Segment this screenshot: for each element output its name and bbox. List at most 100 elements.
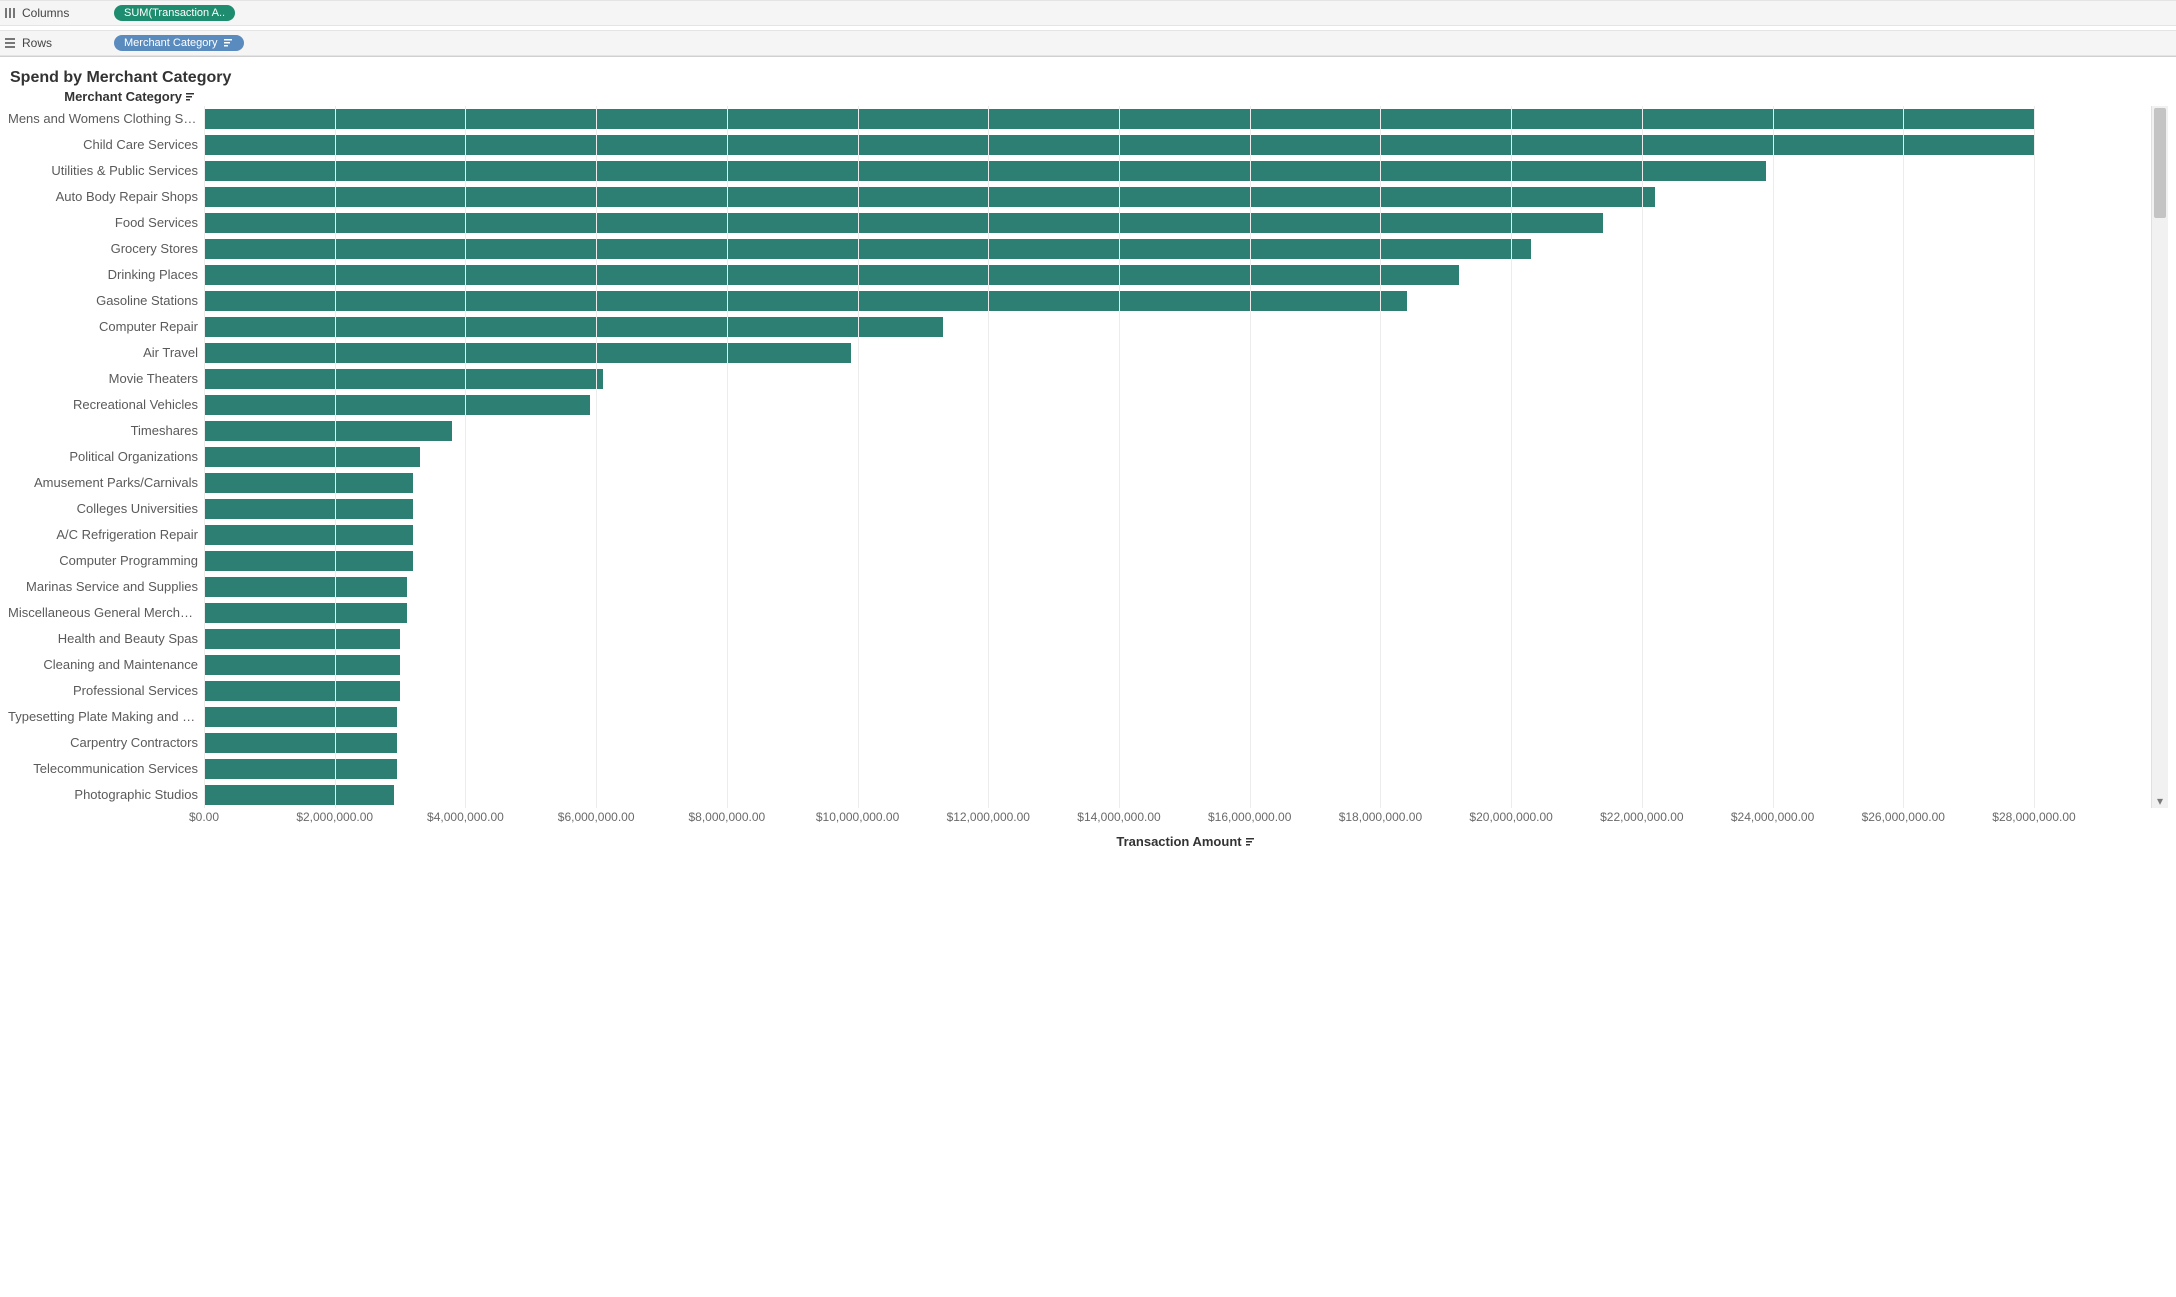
category-axis-title-text: Merchant Category xyxy=(64,89,182,104)
shelf-container: Columns SUM(Transaction A.. Rows Merchan… xyxy=(0,0,2176,57)
bar-row xyxy=(204,262,2034,288)
bar-row xyxy=(204,678,2034,704)
category-label: Air Travel xyxy=(8,340,204,366)
chart-title: Spend by Merchant Category xyxy=(10,69,2168,87)
bar[interactable] xyxy=(204,135,2034,155)
category-label: Drinking Places xyxy=(8,262,204,288)
x-tick-label: $4,000,000.00 xyxy=(427,810,504,824)
bar[interactable] xyxy=(204,577,407,597)
bar-row xyxy=(204,444,2034,470)
bar-row xyxy=(204,704,2034,730)
category-label: Carpentry Contractors xyxy=(8,730,204,756)
category-label: Typesetting Plate Making and Relate.. xyxy=(8,704,204,730)
bar-row xyxy=(204,366,2034,392)
category-label: Computer Programming xyxy=(8,548,204,574)
columns-pill-transaction-amount[interactable]: SUM(Transaction A.. xyxy=(114,5,235,21)
category-label: Timeshares xyxy=(8,418,204,444)
x-tick-label: $12,000,000.00 xyxy=(947,810,1030,824)
bar[interactable] xyxy=(204,707,397,727)
columns-shelf-label: Columns xyxy=(4,6,104,20)
bar-row xyxy=(204,548,2034,574)
rows-shelf[interactable]: Rows Merchant Category xyxy=(0,30,2176,56)
bar[interactable] xyxy=(204,239,1531,259)
bar[interactable] xyxy=(204,265,1459,285)
bar[interactable] xyxy=(204,421,452,441)
bar-row xyxy=(204,210,2034,236)
category-label: Colleges Universities xyxy=(8,496,204,522)
bar[interactable] xyxy=(204,759,397,779)
vertical-scrollbar[interactable]: ▴ ▾ xyxy=(2151,106,2168,808)
category-label: Computer Repair xyxy=(8,314,204,340)
bar-row xyxy=(204,522,2034,548)
sort-desc-icon xyxy=(1246,837,1256,847)
bar[interactable] xyxy=(204,525,413,545)
bar-row xyxy=(204,288,2034,314)
bar[interactable] xyxy=(204,161,1766,181)
x-tick-label: $20,000,000.00 xyxy=(1469,810,1552,824)
bar[interactable] xyxy=(204,681,400,701)
bar[interactable] xyxy=(204,499,413,519)
scroll-down-icon[interactable]: ▾ xyxy=(2152,794,2168,808)
bar[interactable] xyxy=(204,629,400,649)
category-label: Movie Theaters xyxy=(8,366,204,392)
sort-desc-icon xyxy=(186,92,196,102)
category-label: Telecommunication Services xyxy=(8,756,204,782)
category-label: Mens and Womens Clothing Stores xyxy=(8,106,204,132)
value-axis-title-text: Transaction Amount xyxy=(1116,834,1241,849)
bar[interactable] xyxy=(204,369,603,389)
bar[interactable] xyxy=(204,785,394,805)
category-label: Recreational Vehicles xyxy=(8,392,204,418)
columns-shelf[interactable]: Columns SUM(Transaction A.. xyxy=(0,0,2176,26)
bar-row xyxy=(204,626,2034,652)
bar[interactable] xyxy=(204,187,1655,207)
bar[interactable] xyxy=(204,551,413,571)
category-label: Photographic Studios xyxy=(8,782,204,808)
rows-icon xyxy=(4,37,16,49)
scroll-thumb[interactable] xyxy=(2154,108,2166,218)
bar-row xyxy=(204,756,2034,782)
category-label: Health and Beauty Spas xyxy=(8,626,204,652)
category-label: A/C Refrigeration Repair xyxy=(8,522,204,548)
category-label: Utilities & Public Services xyxy=(8,158,204,184)
plot-area[interactable] xyxy=(204,106,2034,808)
category-label: Food Services xyxy=(8,210,204,236)
rows-pill-label: Merchant Category xyxy=(124,37,218,49)
bar-row xyxy=(204,392,2034,418)
bar[interactable] xyxy=(204,733,397,753)
x-tick-label: $14,000,000.00 xyxy=(1077,810,1160,824)
rows-shelf-label: Rows xyxy=(4,36,104,50)
bar[interactable] xyxy=(204,603,407,623)
bar[interactable] xyxy=(204,213,1603,233)
bar-row xyxy=(204,574,2034,600)
bar[interactable] xyxy=(204,447,420,467)
bar[interactable] xyxy=(204,109,2034,129)
chart-frame: Mens and Womens Clothing StoresChild Car… xyxy=(8,106,2168,808)
bar-row xyxy=(204,782,2034,808)
x-tick-label: $16,000,000.00 xyxy=(1208,810,1291,824)
x-tick-label: $26,000,000.00 xyxy=(1862,810,1945,824)
bar-row xyxy=(204,340,2034,366)
columns-icon xyxy=(4,7,16,19)
x-tick-label: $10,000,000.00 xyxy=(816,810,899,824)
bar-row xyxy=(204,600,2034,626)
sort-desc-icon xyxy=(224,38,234,48)
category-axis-title: Merchant Category xyxy=(8,89,204,104)
bar-row xyxy=(204,236,2034,262)
bar[interactable] xyxy=(204,317,943,337)
rows-pill-merchant-category[interactable]: Merchant Category xyxy=(114,35,244,51)
rows-shelf-text: Rows xyxy=(22,36,52,50)
value-axis-title: Transaction Amount xyxy=(204,834,2168,849)
bar-row xyxy=(204,106,2034,132)
bar-row xyxy=(204,470,2034,496)
bar[interactable] xyxy=(204,343,851,363)
category-labels: Mens and Womens Clothing StoresChild Car… xyxy=(8,106,204,808)
category-label: Amusement Parks/Carnivals xyxy=(8,470,204,496)
bar[interactable] xyxy=(204,655,400,675)
bar[interactable] xyxy=(204,473,413,493)
bar-row xyxy=(204,132,2034,158)
x-tick-label: $8,000,000.00 xyxy=(688,810,765,824)
category-label: Professional Services xyxy=(8,678,204,704)
bar[interactable] xyxy=(204,395,590,415)
category-label: Marinas Service and Supplies xyxy=(8,574,204,600)
bar[interactable] xyxy=(204,291,1407,311)
